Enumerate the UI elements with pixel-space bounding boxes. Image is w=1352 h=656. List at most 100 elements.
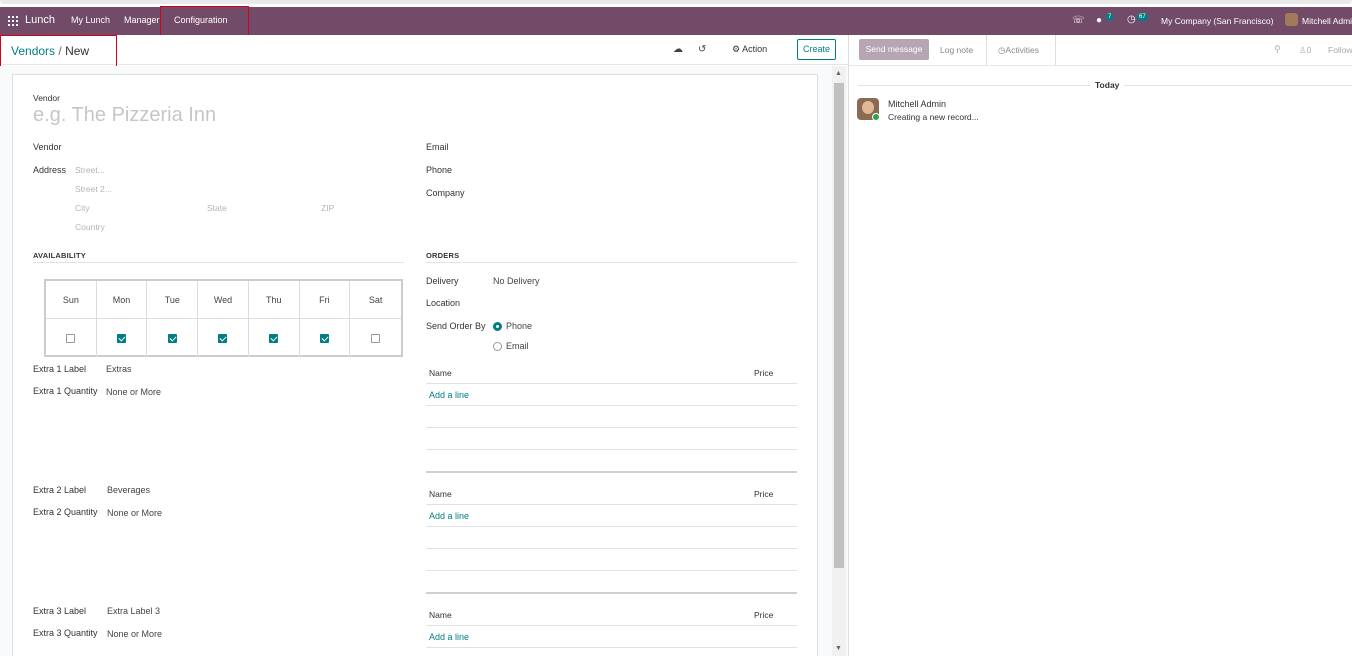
zip-input[interactable]: ZIP <box>321 203 334 213</box>
menu-manager[interactable]: Manager <box>124 15 160 25</box>
phone-label: Phone <box>426 165 453 175</box>
action-menu-button[interactable]: ⚙ Action <box>732 44 767 55</box>
table3-row-divider <box>426 625 797 626</box>
city-input[interactable]: City <box>75 203 90 213</box>
checkbox-fri[interactable] <box>319 333 329 343</box>
day-header-sat: Sat <box>350 281 401 319</box>
checkbox-wed[interactable] <box>218 333 228 343</box>
table2-row-divider <box>426 526 797 527</box>
table2-price-header[interactable]: Price <box>754 489 773 499</box>
street2-input[interactable]: Street 2... <box>75 184 112 194</box>
control-panel: Vendors / New ☁ ↺ ⚙ Action Create <box>0 35 848 72</box>
checkbox-sun[interactable] <box>66 333 76 343</box>
checkbox-sat[interactable] <box>371 333 381 343</box>
support-icon[interactable]: ☏ <box>1072 15 1085 26</box>
activities-badge: 67 <box>1137 13 1148 21</box>
discard-undo-icon[interactable]: ↺ <box>698 44 706 55</box>
scroll-up-icon[interactable]: ▲ <box>835 70 842 77</box>
log-note-button[interactable]: Log note <box>940 45 973 55</box>
table1-price-header[interactable]: Price <box>754 368 773 378</box>
follow-button[interactable]: Follow <box>1328 45 1352 55</box>
extra1-qty-label: Extra 1 Quantity <box>33 386 98 396</box>
extra3-input[interactable]: Extra Label 3 <box>107 606 160 616</box>
chatter-topbar-divider <box>848 65 1352 66</box>
radio-email-label[interactable]: Email <box>506 341 529 351</box>
orders-divider <box>426 262 797 263</box>
app-brand[interactable]: Lunch <box>25 14 55 26</box>
extra2-label: Extra 2 Label <box>33 485 87 495</box>
checkbox-tue[interactable] <box>167 333 177 343</box>
table2-row-divider <box>426 504 797 505</box>
day-header-mon: Mon <box>96 281 148 319</box>
address-label: Address <box>33 165 67 175</box>
apps-menu-icon[interactable] <box>8 16 18 26</box>
day-header-fri: Fri <box>299 281 351 319</box>
availability-table: Sun Mon Tue Wed Thu Fri Sat <box>44 279 403 357</box>
followers-button[interactable]: ♙0 <box>1299 45 1311 56</box>
day-header-thu: Thu <box>248 281 300 319</box>
chatter-tab-divider <box>986 35 987 65</box>
messages-icon[interactable]: ● <box>1096 15 1102 26</box>
gear-icon: ⚙ <box>732 44 741 54</box>
form-scrollbar[interactable]: ▲ ▼ <box>832 66 846 656</box>
scrollbar-thumb[interactable] <box>834 83 844 568</box>
table3-row-divider <box>426 647 797 648</box>
table3-name-header[interactable]: Name <box>429 610 452 620</box>
create-button[interactable]: Create <box>797 39 836 60</box>
extra1-input[interactable]: Extras <box>106 364 132 374</box>
user-icon: ♙ <box>1299 45 1307 55</box>
save-cloud-icon[interactable]: ☁ <box>673 44 683 55</box>
table2-bottom-border <box>426 592 797 594</box>
table2-row-divider <box>426 548 797 549</box>
vendor-name-input[interactable]: e.g. The Pizzeria Inn <box>33 104 216 127</box>
extra3-qty-select[interactable]: None or More <box>107 629 162 639</box>
country-input[interactable]: Country <box>75 222 105 232</box>
extra3-qty-label: Extra 3 Quantity <box>33 628 98 638</box>
day-header-sun: Sun <box>46 281 97 319</box>
today-label: Today <box>1090 80 1125 90</box>
table1-add-line[interactable]: Add a line <box>429 390 469 400</box>
table1-row-divider <box>426 383 797 384</box>
menu-my-lunch[interactable]: My Lunch <box>71 15 110 25</box>
send-message-button[interactable]: Send message <box>859 39 929 60</box>
day-header-tue: Tue <box>147 281 199 319</box>
extra1-label: Extra 1 Label <box>33 364 87 374</box>
extra2-qty-select[interactable]: None or More <box>107 508 162 518</box>
chatter-panel <box>848 35 1352 656</box>
extra2-input[interactable]: Beverages <box>107 485 150 495</box>
availability-title: AVAILABILITY <box>33 251 86 260</box>
orders-title: ORDERS <box>426 251 460 260</box>
extra1-qty-select[interactable]: None or More <box>106 387 161 397</box>
table1-row-divider <box>426 449 797 450</box>
delivery-select[interactable]: No Delivery <box>493 276 540 286</box>
table2-add-line[interactable]: Add a line <box>429 511 469 521</box>
online-status-indicator <box>872 113 880 121</box>
checkbox-thu[interactable] <box>269 333 279 343</box>
message-body: Creating a new record... <box>888 112 979 122</box>
checkbox-mon[interactable] <box>117 333 127 343</box>
attachment-icon[interactable]: ⚲ <box>1274 44 1281 55</box>
table1-bottom-border <box>426 471 797 473</box>
activities-clock-icon[interactable]: ◷ <box>1127 14 1136 25</box>
location-label: Location <box>426 298 461 308</box>
message-author[interactable]: Mitchell Admin <box>888 99 946 109</box>
vendor-title-label: Vendor <box>33 93 60 103</box>
scroll-down-icon[interactable]: ▼ <box>835 645 842 652</box>
company-switcher[interactable]: My Company (San Francisco) <box>1161 16 1273 26</box>
table2-name-header[interactable]: Name <box>429 489 452 499</box>
availability-divider <box>33 262 404 263</box>
day-header-wed: Wed <box>198 281 249 319</box>
state-input[interactable]: State <box>207 203 227 213</box>
table3-price-header[interactable]: Price <box>754 610 773 620</box>
delivery-label: Delivery <box>426 276 459 286</box>
company-label: Company <box>426 188 465 198</box>
street-input[interactable]: Street... <box>75 165 105 175</box>
user-menu[interactable]: Mitchell Admin <box>1302 16 1352 26</box>
table3-add-line[interactable]: Add a line <box>429 632 469 642</box>
table1-name-header[interactable]: Name <box>429 368 452 378</box>
activities-button[interactable]: ◷Activities <box>998 45 1039 56</box>
radio-email[interactable] <box>493 342 502 351</box>
user-avatar[interactable] <box>1285 13 1298 26</box>
radio-phone-label[interactable]: Phone <box>506 321 532 331</box>
radio-phone[interactable] <box>493 322 502 331</box>
